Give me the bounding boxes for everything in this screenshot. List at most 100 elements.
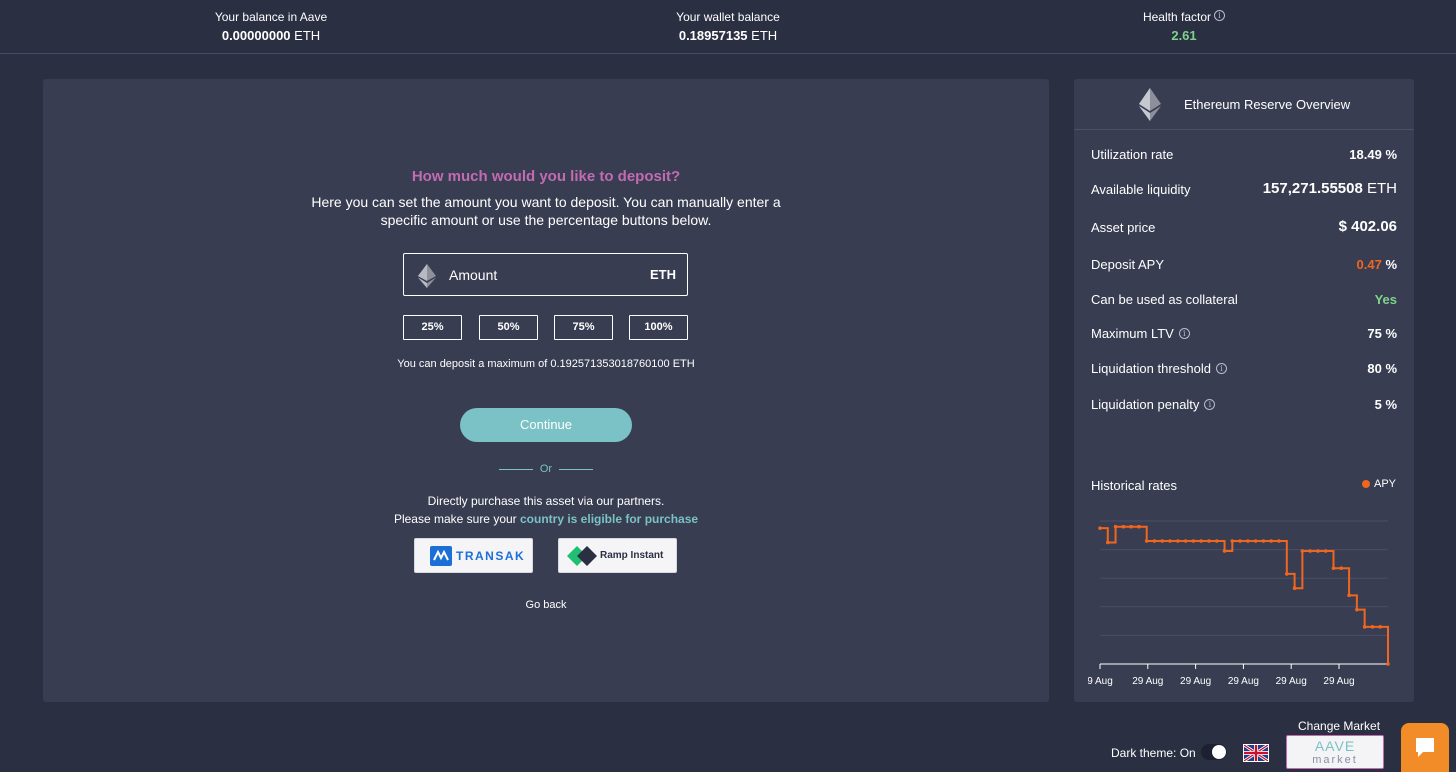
utilization-unit: % — [1385, 147, 1397, 162]
change-market-label: Change Market — [1298, 719, 1381, 733]
info-icon[interactable]: i — [1215, 363, 1227, 374]
liq-threshold-unit: % — [1385, 361, 1397, 376]
percent-100-button[interactable]: 100% — [629, 315, 688, 340]
max-ltv-row: Maximum LTV i 75 % — [1091, 324, 1397, 344]
info-icon[interactable]: i — [1204, 399, 1216, 410]
info-icon[interactable]: i — [1178, 328, 1190, 339]
apy-data-point — [1214, 539, 1219, 543]
dark-theme-label: Dark theme: On — [1111, 746, 1196, 760]
liq-threshold-label: Liquidation threshold — [1091, 361, 1211, 376]
transak-logo-icon — [430, 546, 452, 566]
percent-25-button[interactable]: 25% — [403, 315, 462, 340]
chat-button[interactable] — [1401, 723, 1449, 772]
wallet-balance-label: Your wallet balance — [676, 10, 780, 24]
apy-data-point — [1191, 539, 1196, 543]
max-ltv-label: Maximum LTV — [1091, 326, 1174, 341]
top-stats-bar: Your balance in Aave 0.00000000 ETH Your… — [0, 0, 1456, 54]
transak-label: TRANSAK — [456, 549, 526, 563]
market-selector-button[interactable]: AAVE market — [1286, 735, 1384, 769]
apy-data-point — [1370, 625, 1375, 629]
partners-line2-prefix: Please make sure your — [393, 512, 520, 526]
ethereum-icon — [418, 264, 436, 288]
apy-data-point — [1098, 526, 1102, 530]
utilization-label: Utilization rate — [1091, 147, 1174, 162]
apy-data-point — [1347, 593, 1351, 598]
x-tick-label: 29 Aug — [1228, 676, 1259, 687]
go-back-link[interactable]: Go back — [43, 599, 1049, 611]
apy-data-point — [1308, 549, 1312, 553]
health-factor-stat: Health factor i 2.61 — [1054, 10, 1314, 45]
dark-theme-toggle[interactable] — [1201, 744, 1227, 760]
apy-data-point — [1386, 662, 1390, 666]
market-sub: market — [1312, 754, 1358, 766]
max-ltv-value: 75 — [1367, 326, 1382, 341]
liquidity-row: Available liquidity 157,271.55508 ETH — [1091, 180, 1397, 200]
apy-data-point — [1285, 572, 1289, 576]
apy-data-point — [1199, 539, 1203, 543]
ramp-label: Ramp Instant — [600, 550, 664, 561]
transak-button[interactable]: TRANSAK — [414, 538, 533, 573]
deposit-apy-label: Deposit APY — [1091, 257, 1164, 272]
max-ltv-unit: % — [1385, 326, 1397, 341]
collateral-value: Yes — [1374, 292, 1397, 307]
apy-data-point — [1323, 549, 1328, 553]
collateral-label: Can be used as collateral — [1091, 292, 1238, 307]
apy-data-point — [1277, 539, 1281, 543]
uk-flag-icon[interactable] — [1243, 743, 1269, 763]
reserve-header: Ethereum Reserve Overview — [1074, 79, 1414, 130]
apy-data-point — [1339, 566, 1344, 570]
aave-balance-value: 0.00000000 — [221, 28, 291, 43]
asset-price-label: Asset price — [1091, 220, 1156, 235]
apy-data-point — [1362, 625, 1367, 629]
liq-penalty-value: 5 — [1374, 397, 1382, 412]
reserve-title: Ethereum Reserve Overview — [1184, 97, 1351, 112]
apy-data-point — [1355, 607, 1359, 612]
apy-data-point — [1129, 524, 1133, 529]
deposit-apy-unit: % — [1385, 257, 1397, 272]
collateral-row: Can be used as collateral Yes — [1091, 290, 1397, 310]
partners-line1: Directly purchase this asset via our par… — [427, 494, 665, 508]
amount-placeholder: Amount — [449, 267, 498, 283]
utilization-value: 18.49 — [1349, 147, 1382, 162]
wallet-balance-unit: ETH — [751, 28, 778, 43]
apy-data-point — [1238, 539, 1242, 543]
deposit-question: How much would you like to deposit? — [411, 168, 681, 185]
aave-balance-stat: Your balance in Aave 0.00000000 ETH — [141, 10, 401, 45]
apy-data-point — [1168, 539, 1172, 543]
aave-balance-unit: ETH — [294, 28, 321, 43]
eligibility-link[interactable]: country is eligible for purchase — [520, 512, 698, 526]
deposit-apy-value: 0.47 — [1356, 257, 1382, 272]
apy-data-point — [1261, 539, 1266, 543]
historical-rates-label: Historical rates — [1091, 478, 1177, 493]
info-icon[interactable]: i — [1214, 10, 1226, 21]
asset-price-row: Asset price $ 402.06 — [1091, 218, 1397, 238]
apy-data-point — [1300, 549, 1305, 553]
apy-data-point — [1222, 549, 1227, 553]
max-deposit-text: You can deposit a maximum of 0.192571353… — [397, 358, 695, 370]
liquidity-unit: ETH — [1367, 180, 1397, 197]
ramp-button[interactable]: Ramp Instant — [558, 538, 677, 573]
continue-button[interactable]: Continue — [460, 408, 632, 442]
deposit-description: Here you can set the amount you want to … — [311, 194, 781, 228]
x-tick-label: 29 Aug — [1323, 676, 1354, 687]
or-divider: Or — [499, 463, 593, 478]
ramp-logo-icon — [567, 546, 597, 566]
amount-unit: ETH — [650, 267, 676, 282]
chat-icon — [1416, 738, 1434, 757]
apy-data-point — [1152, 539, 1157, 543]
amount-input[interactable]: Amount ETH — [403, 253, 688, 296]
liq-penalty-row: Liquidation penalty i 5 % — [1091, 395, 1397, 415]
liq-penalty-label: Liquidation penalty — [1091, 397, 1200, 412]
percent-75-button[interactable]: 75% — [554, 315, 613, 340]
asset-price-value: $ 402.06 — [1338, 218, 1397, 235]
x-tick-label: 9 Aug — [1088, 676, 1113, 687]
apy-data-point — [1230, 539, 1235, 543]
reserve-overview-panel: Ethereum Reserve Overview Utilization ra… — [1074, 79, 1414, 702]
apy-data-point — [1183, 539, 1188, 543]
percent-50-button[interactable]: 50% — [479, 315, 538, 340]
x-tick-label: 29 Aug — [1276, 676, 1307, 687]
market-brand: AAVE — [1314, 738, 1356, 754]
chart-legend: APY — [1362, 478, 1396, 490]
apy-data-point — [1253, 539, 1258, 543]
ethereum-icon — [1139, 88, 1161, 121]
